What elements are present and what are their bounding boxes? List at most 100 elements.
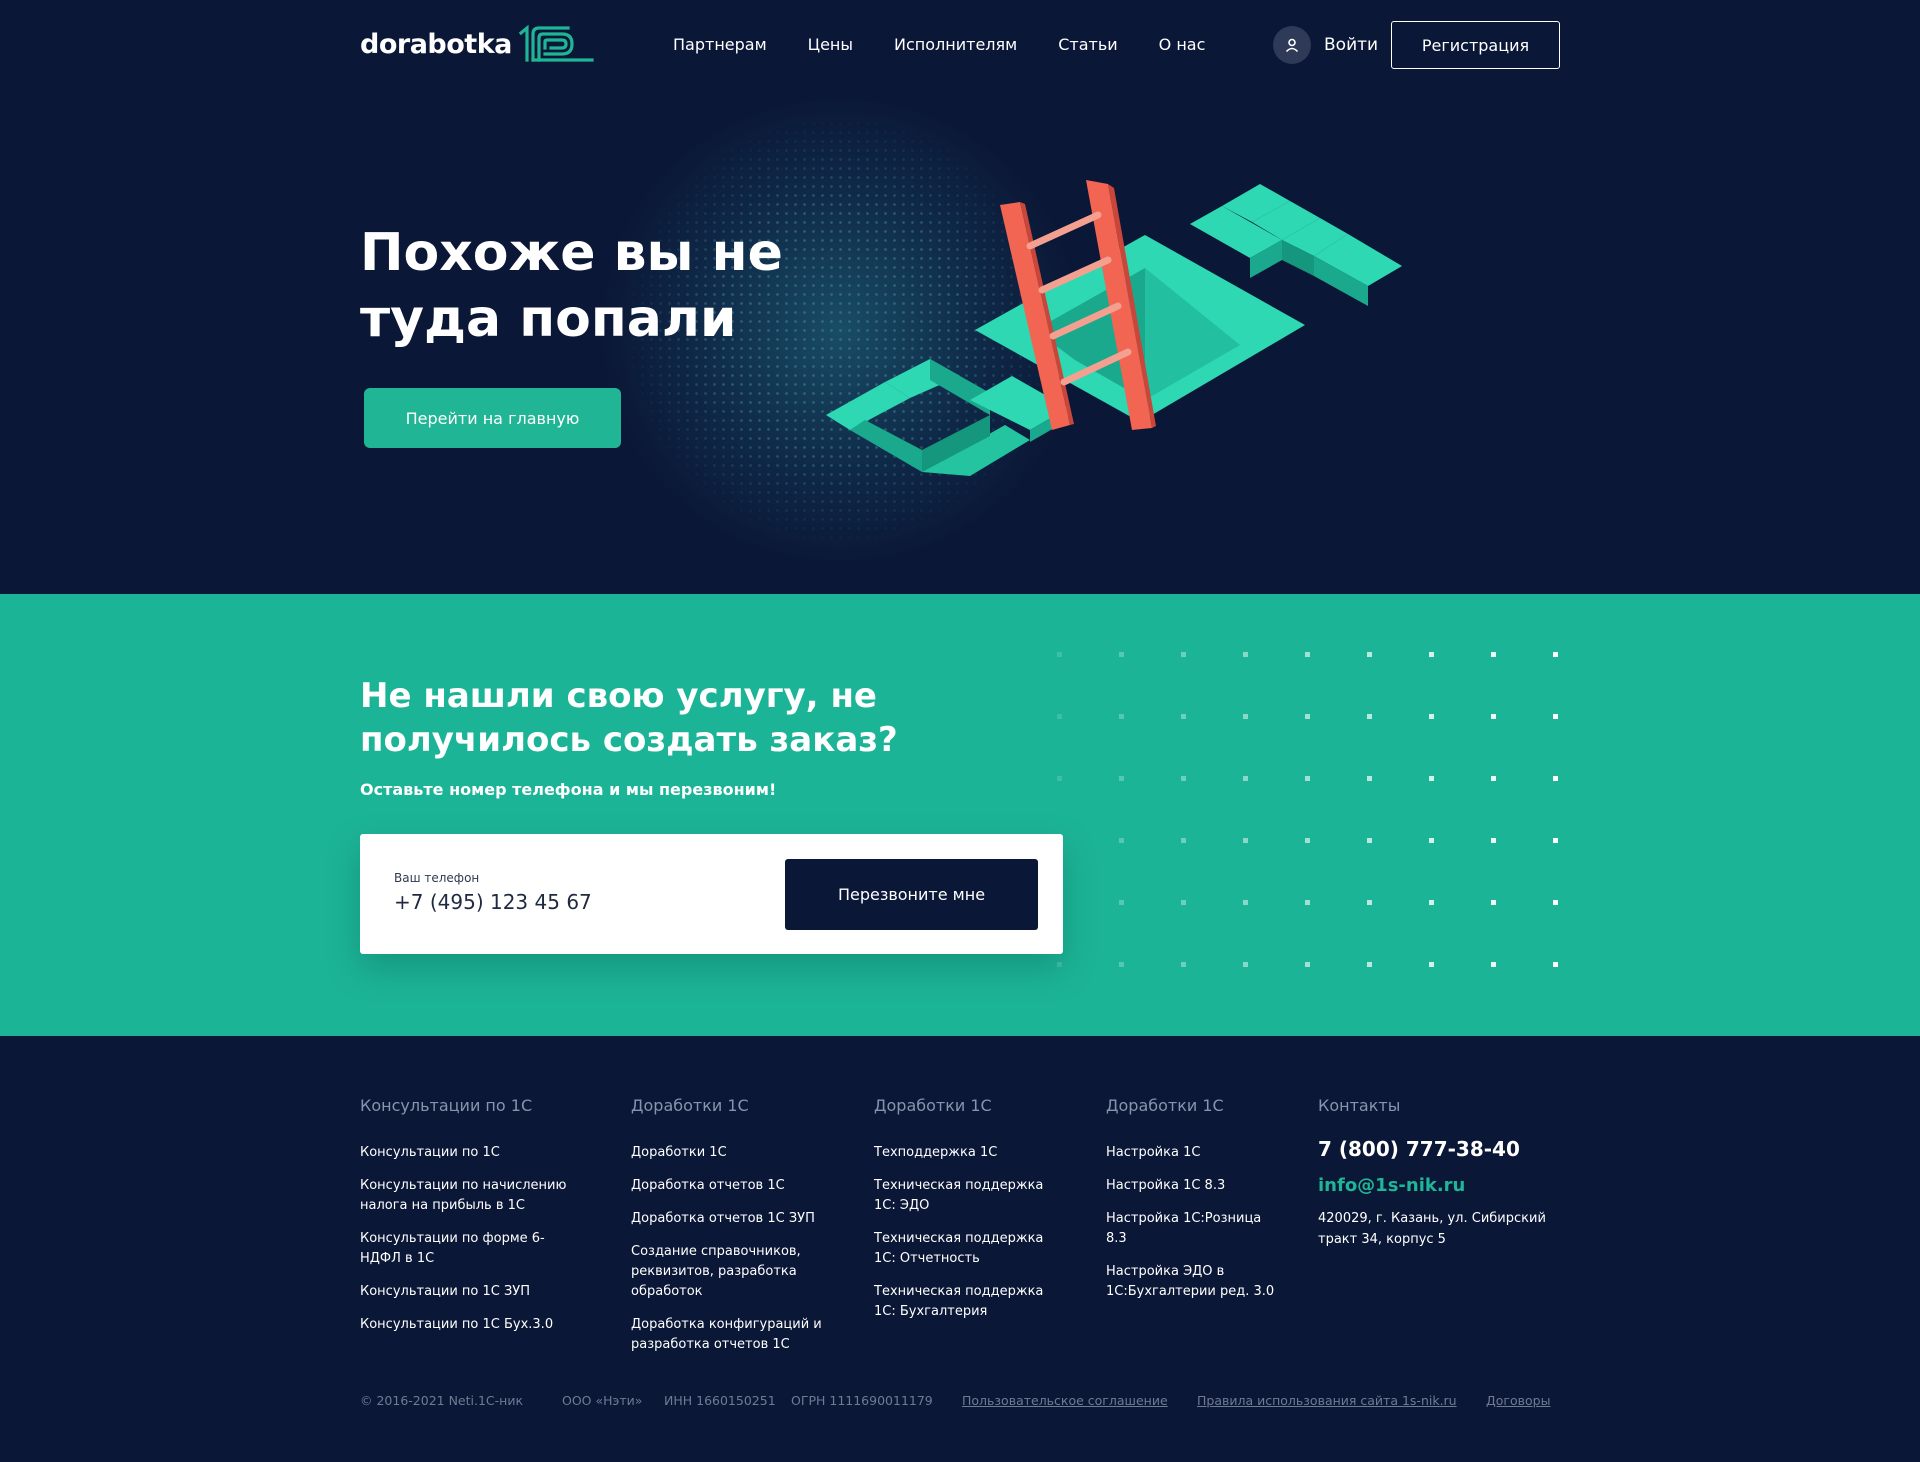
dot [1553, 900, 1558, 905]
dot [1305, 652, 1310, 657]
footer-link[interactable]: Создание справочников, реквизитов, разра… [631, 1242, 831, 1302]
dot [1119, 714, 1124, 719]
hero-section: Похоже вы не туда попали Перейти на глав… [0, 90, 1920, 594]
footer-column-title: Контакты [1318, 1096, 1401, 1115]
dot [1491, 652, 1496, 657]
dot [1429, 962, 1434, 967]
footer-column-consultations: Консультации по 1С Консультации по 1С Ко… [360, 1096, 580, 1348]
dot [1057, 652, 1062, 657]
nav-articles[interactable]: Статьи [1058, 32, 1117, 58]
dot [1367, 776, 1372, 781]
footer-link[interactable]: Техническая поддержка 1С: ЭДО [874, 1176, 1054, 1216]
dot [1243, 838, 1248, 843]
copyright: © 2016-2021 Neti.1C-ник [360, 1393, 524, 1408]
contact-phone[interactable]: 7 (800) 777-38-40 [1318, 1137, 1568, 1161]
logo[interactable]: dorabotka [360, 22, 594, 66]
dot [1119, 776, 1124, 781]
dot [1057, 714, 1062, 719]
dot [1367, 962, 1372, 967]
dot [1181, 838, 1186, 843]
dot [1491, 714, 1496, 719]
dot [1491, 900, 1496, 905]
company-name: ООО «Нэти» [562, 1393, 643, 1408]
nav-partners[interactable]: Партнерам [673, 32, 767, 58]
login-label: Войти [1324, 35, 1379, 55]
site-rules-link[interactable]: Правила использования сайта 1s-nik.ru [1197, 1393, 1457, 1408]
logo-text: dorabotka [360, 28, 512, 60]
nav-prices[interactable]: Цены [808, 32, 853, 58]
dot [1119, 652, 1124, 657]
footer-link[interactable]: Настройка 1С:Розница 8.3 [1106, 1209, 1286, 1249]
footer-link[interactable]: Доработки 1С [631, 1143, 831, 1163]
call-me-button[interactable]: Перезвоните мне [785, 859, 1038, 930]
callback-form: Ваш телефон Перезвоните мне [360, 834, 1063, 954]
dot [1181, 776, 1186, 781]
footer-link[interactable]: Консультации по 1С Бух.3.0 [360, 1315, 580, 1335]
dot [1243, 714, 1248, 719]
contact-address: 420029, г. Казань, ул. Сибирский тракт 3… [1318, 1211, 1546, 1247]
footer-link[interactable]: Консультации по 1С ЗУП [360, 1282, 580, 1302]
dot [1429, 714, 1434, 719]
nav-executors[interactable]: Исполнителям [894, 32, 1017, 58]
footer-link[interactable]: Консультации по начислению налога на при… [360, 1176, 580, 1216]
footer-contacts: Контакты 7 (800) 777-38-40 info@1s-nik.r… [1318, 1096, 1568, 1250]
footer-link[interactable]: Техническая поддержка 1С: Бухгалтерия [874, 1282, 1054, 1322]
dot [1243, 652, 1248, 657]
footer-link[interactable]: Настройка 1С [1106, 1143, 1286, 1163]
dot [1491, 962, 1496, 967]
dot [1119, 962, 1124, 967]
footer-column-support: Доработки 1С Техподдержка 1С Техническая… [874, 1096, 1054, 1335]
dot [1553, 838, 1558, 843]
footer-link[interactable]: Доработка отчетов 1С ЗУП [631, 1209, 831, 1229]
page-title: Похоже вы не туда попали [360, 223, 783, 349]
user-icon [1273, 26, 1311, 64]
company-ogrn: ОГРН 1111690011179 [791, 1393, 933, 1408]
phone-input[interactable] [394, 890, 714, 914]
footer-link[interactable]: Техническая поддержка 1С: Отчетность [874, 1229, 1054, 1269]
phone-label: Ваш телефон [394, 871, 480, 885]
go-home-button[interactable]: Перейти на главную [364, 388, 621, 448]
contracts-link[interactable]: Договоры [1486, 1393, 1550, 1408]
dot [1367, 900, 1372, 905]
footer-link[interactable]: Доработка отчетов 1С [631, 1176, 831, 1196]
dot [1181, 900, 1186, 905]
callback-title: Не нашли свою услугу, не получилось созд… [360, 676, 898, 760]
contact-email[interactable]: info@1s-nik.ru [1318, 1175, 1568, 1196]
dot [1305, 838, 1310, 843]
dot [1491, 776, 1496, 781]
dot [1057, 776, 1062, 781]
callback-section: Не нашли свою услугу, не получилось созд… [0, 594, 1920, 1036]
dot [1367, 838, 1372, 843]
dot [1305, 776, 1310, 781]
footer-link[interactable]: Настройка 1С 8.3 [1106, 1176, 1286, 1196]
dot [1429, 652, 1434, 657]
dot [1367, 652, 1372, 657]
login-link[interactable]: Войти [1273, 26, 1378, 64]
callback-subtitle: Оставьте номер телефона и мы перезвоним! [360, 780, 777, 799]
footer-column-title: Консультации по 1С [360, 1096, 533, 1115]
footer-column-title: Доработки 1С [631, 1096, 749, 1115]
dot [1243, 900, 1248, 905]
footer-column-improvements: Доработки 1С Доработки 1С Доработка отче… [631, 1096, 831, 1368]
user-agreement-link[interactable]: Пользовательское соглашение [962, 1393, 1168, 1408]
footer-column-setup: Доработки 1С Настройка 1С Настройка 1С 8… [1106, 1096, 1286, 1315]
main-nav: Партнерам Цены Исполнителям Статьи О нас [673, 32, 1246, 58]
logo-1c-mark-icon [518, 24, 594, 62]
footer-link[interactable]: Консультации по 1С [360, 1143, 580, 1163]
company-inn: ИНН 1660150251 [664, 1393, 776, 1408]
dot [1367, 714, 1372, 719]
dot [1243, 776, 1248, 781]
register-button[interactable]: Регистрация [1391, 21, 1560, 69]
decorative-dot-grid [1057, 652, 1558, 967]
footer-link[interactable]: Доработка конфигураций и разработка отче… [631, 1315, 831, 1355]
footer-link[interactable]: Консультации по форме 6-НДФЛ в 1С [360, 1229, 580, 1269]
nav-about[interactable]: О нас [1159, 32, 1206, 58]
footer-link[interactable]: Техподдержка 1С [874, 1143, 1054, 1163]
dot [1181, 652, 1186, 657]
dot [1553, 962, 1558, 967]
footer-column-title: Доработки 1С [874, 1096, 992, 1115]
footer-column-title: Доработки 1С [1106, 1096, 1224, 1115]
dot [1181, 962, 1186, 967]
footer-link[interactable]: Настройка ЭДО в 1С:Бухгалтерии ред. 3.0 [1106, 1262, 1286, 1302]
left-four-shape [826, 359, 1068, 476]
